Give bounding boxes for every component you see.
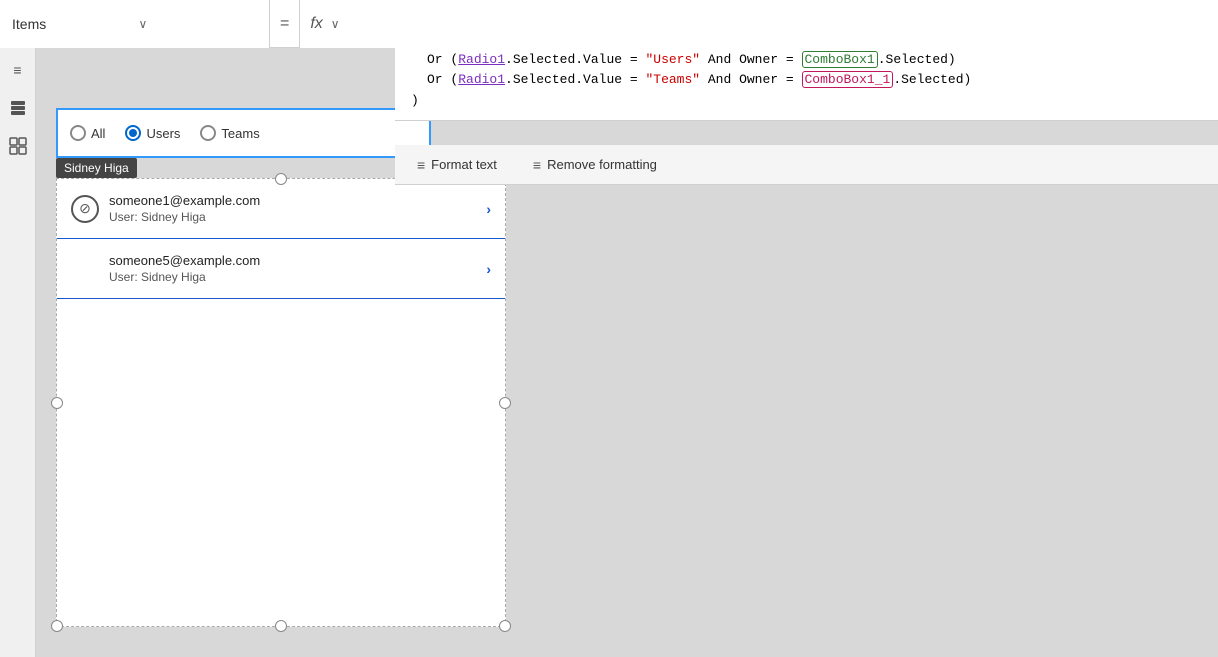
radio-option-teams[interactable]: Teams (200, 125, 259, 141)
resize-handle-middle-right[interactable] (499, 397, 511, 409)
radio-circle-all (70, 125, 86, 141)
radio-option-users[interactable]: Users (125, 125, 180, 141)
radio-label-teams: Teams (221, 126, 259, 141)
radio-label-users: Users (146, 126, 180, 141)
control-tooltip: Sidney Higa (56, 158, 137, 178)
gallery-item-text-1: someone1@example.com User: Sidney Higa (109, 193, 486, 224)
gallery-item-email-2: someone5@example.com (109, 253, 486, 268)
resize-handle-top[interactable] (275, 173, 287, 185)
formula-line-5: ) (411, 91, 1202, 112)
gallery-item[interactable]: ⊘ someone1@example.com User: Sidney Higa… (57, 179, 505, 239)
resize-handle-bottom-center[interactable] (275, 620, 287, 632)
resize-handle-bottom-left[interactable] (51, 620, 63, 632)
gallery-item-email-1: someone1@example.com (109, 193, 486, 208)
resize-handle-bottom-right[interactable] (499, 620, 511, 632)
property-label: Items (12, 16, 131, 32)
formula-line-4: Or (Radio1.Selected.Value = "Teams" And … (411, 70, 1202, 91)
equals-sign: = (270, 0, 300, 48)
format-toolbar: ≡ Format text ≡ Remove formatting (395, 145, 1218, 185)
gallery-list[interactable]: ⊘ someone1@example.com User: Sidney Higa… (56, 178, 506, 627)
remove-formatting-label: Remove formatting (547, 157, 657, 172)
gallery-item[interactable]: someone5@example.com User: Sidney Higa › (57, 239, 505, 299)
formula-icon: fx (310, 15, 322, 33)
chevron-down-icon: ∨ (139, 17, 258, 31)
gallery-item-icon-1: ⊘ (71, 195, 99, 223)
remove-formatting-icon: ≡ (533, 157, 541, 173)
formula-bar[interactable]: fx ∨ (300, 0, 1218, 48)
formula-line-3: Or (Radio1.Selected.Value = "Users" And … (411, 50, 1202, 71)
radio-group-control[interactable]: All Users Teams (56, 108, 431, 158)
gallery-item-user-2: User: Sidney Higa (109, 270, 486, 284)
formula-expand-icon[interactable]: ∨ (331, 17, 340, 31)
property-dropdown[interactable]: Items ∨ (0, 0, 270, 48)
radio-circle-users (125, 125, 141, 141)
gallery-item-arrow-1[interactable]: › (486, 201, 491, 217)
sidebar-icon-menu[interactable]: ≡ (6, 58, 30, 82)
resize-handle-middle-left[interactable] (51, 397, 63, 409)
sidebar-icon-layers[interactable] (6, 96, 30, 120)
gallery-item-arrow-2[interactable]: › (486, 261, 491, 277)
format-text-icon: ≡ (417, 157, 425, 173)
left-sidebar: ≡ (0, 48, 36, 657)
radio-label-all: All (91, 126, 105, 141)
gallery-item-user-1: User: Sidney Higa (109, 210, 486, 224)
radio-circle-teams (200, 125, 216, 141)
remove-formatting-button[interactable]: ≡ Remove formatting (527, 153, 663, 177)
top-toolbar: Items ∨ = fx ∨ (0, 0, 1218, 48)
canvas-area: All Users Teams Sidney Higa ⊘ someone1@e… (36, 48, 1218, 657)
gallery-item-empty (57, 299, 505, 549)
radio-option-all[interactable]: All (70, 125, 105, 141)
sidebar-icon-components[interactable] (6, 134, 30, 158)
format-text-button[interactable]: ≡ Format text (411, 153, 503, 177)
format-text-label: Format text (431, 157, 497, 172)
gallery-item-text-2: someone5@example.com User: Sidney Higa (71, 253, 486, 284)
